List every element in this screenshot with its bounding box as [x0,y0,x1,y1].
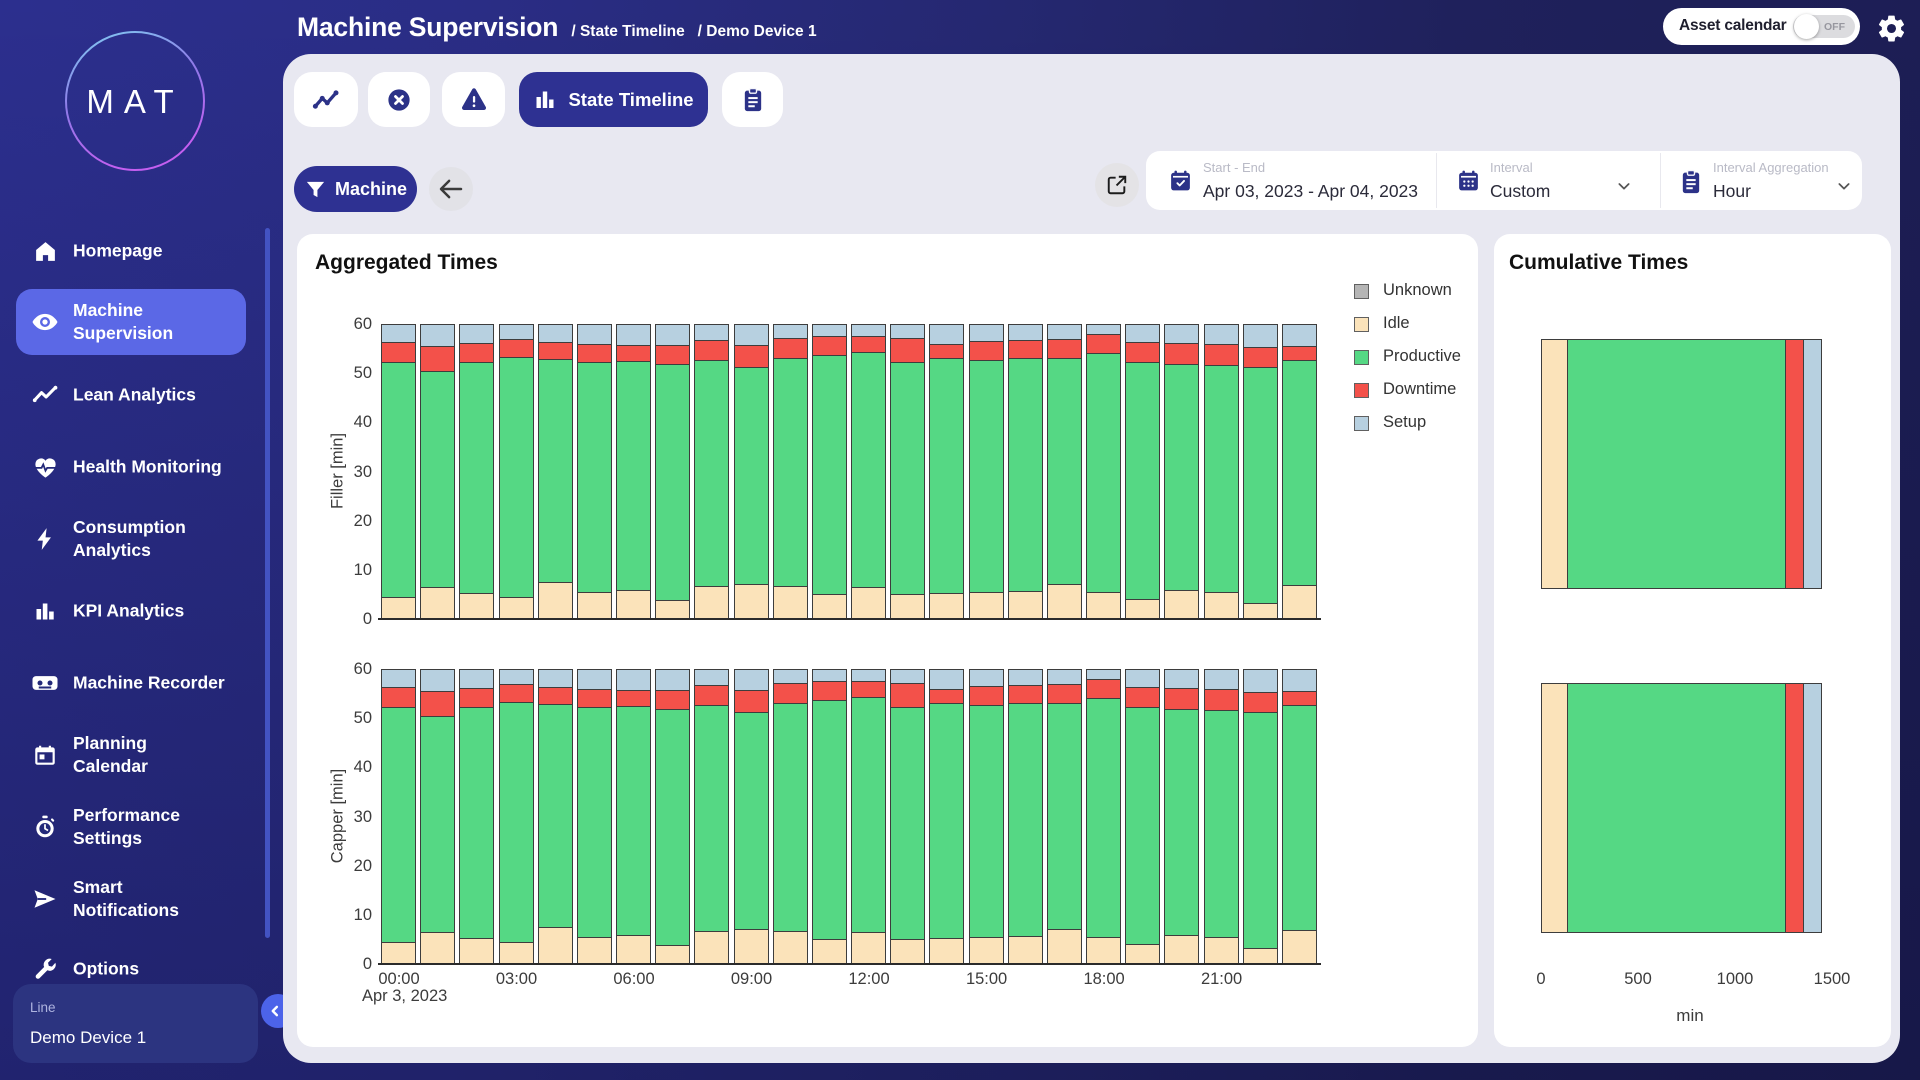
svg-text:MAT: MAT [86,83,183,120]
